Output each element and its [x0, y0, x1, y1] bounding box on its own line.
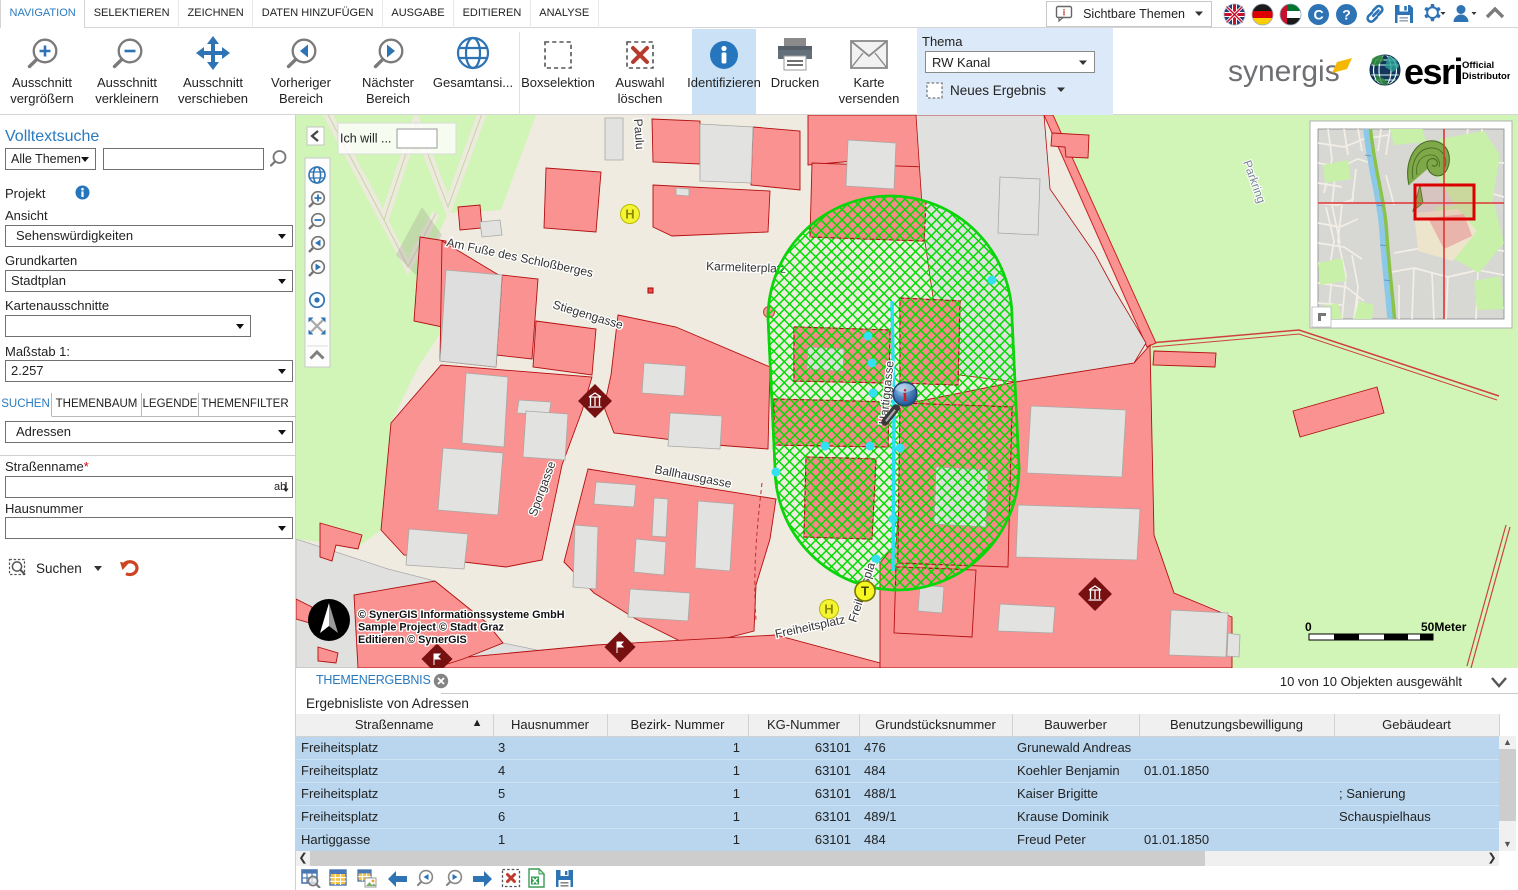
svg-text:H: H [625, 207, 634, 222]
svg-text:Karmeliterplatz: Karmeliterplatz [706, 259, 786, 276]
svg-text:Sample Project © Stadt Graz: Sample Project © Stadt Graz [358, 622, 505, 634]
svg-text:Paulu: Paulu [631, 118, 647, 150]
svg-text:0: 0 [1305, 620, 1312, 634]
svg-text:T: T [861, 584, 869, 599]
svg-text:?: ? [1342, 6, 1351, 22]
svg-text:synergis: synergis [1228, 55, 1340, 88]
svg-text:esri: esri [1404, 51, 1462, 92]
svg-text:Editieren © SynerGIS: Editieren © SynerGIS [358, 634, 467, 646]
svg-text:Ich will ...: Ich will ... [340, 132, 391, 146]
svg-text:50Meter: 50Meter [1421, 620, 1467, 634]
svg-text:H: H [824, 602, 833, 617]
svg-text:Official: Official [1462, 60, 1494, 71]
svg-text:ab: ab [274, 481, 286, 493]
svg-text:© SynerGIS Informationssysteme: © SynerGIS Informationssysteme GmbH [358, 609, 565, 621]
svg-text:C: C [1313, 6, 1323, 22]
svg-text:i: i [903, 386, 908, 405]
svg-text:i: i [1063, 8, 1066, 18]
svg-text:Distributor: Distributor [1462, 71, 1510, 82]
